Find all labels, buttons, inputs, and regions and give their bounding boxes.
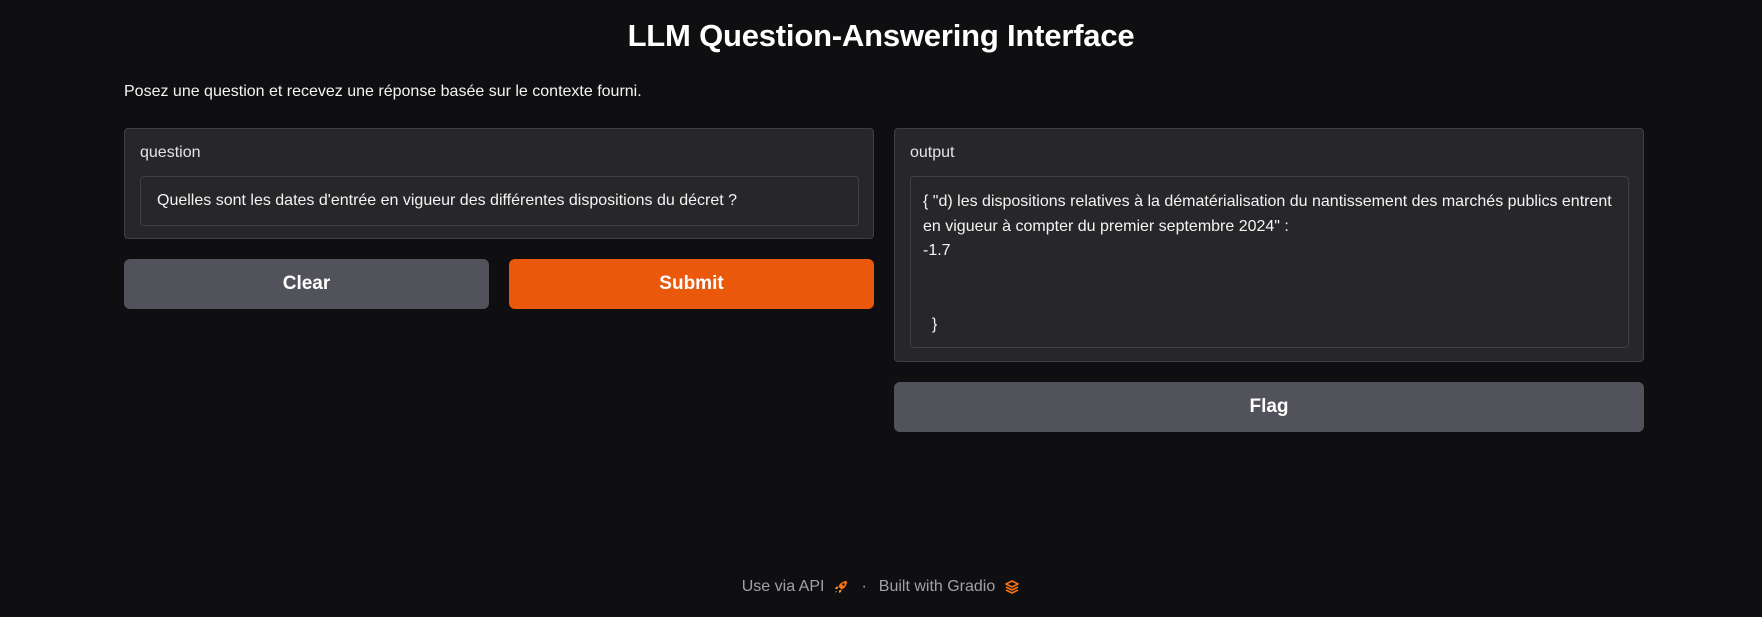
clear-button[interactable]: Clear <box>124 259 489 309</box>
question-input[interactable] <box>140 176 859 226</box>
flag-button[interactable]: Flag <box>894 382 1644 432</box>
gradio-logo-icon <box>1005 580 1020 594</box>
page-description: Posez une question et recevez une répons… <box>124 83 642 100</box>
output-textbox[interactable]: { "d) les dispositions relatives à la dé… <box>910 176 1629 348</box>
footer: Use via API · Built with Gradio <box>0 578 1762 596</box>
rocket-icon <box>835 581 848 593</box>
page-title: LLM Question-Answering Interface <box>627 18 1135 53</box>
submit-button[interactable]: Submit <box>509 259 874 309</box>
app-page: LLM Question-Answering Interface Posez u… <box>0 0 1762 617</box>
use-via-api-label: Use via API <box>741 578 825 595</box>
footer-separator: · <box>861 578 867 595</box>
use-via-api-link[interactable]: Use via API <box>742 578 850 596</box>
output-panel: output { "d) les dispositions relatives … <box>894 128 1644 362</box>
built-with-gradio-link[interactable]: Built with Gradio <box>879 578 1021 596</box>
built-with-gradio-label: Built with Gradio <box>878 578 996 595</box>
output-label: output <box>910 144 955 161</box>
question-panel: question <box>124 128 874 239</box>
question-label: question <box>140 144 201 161</box>
